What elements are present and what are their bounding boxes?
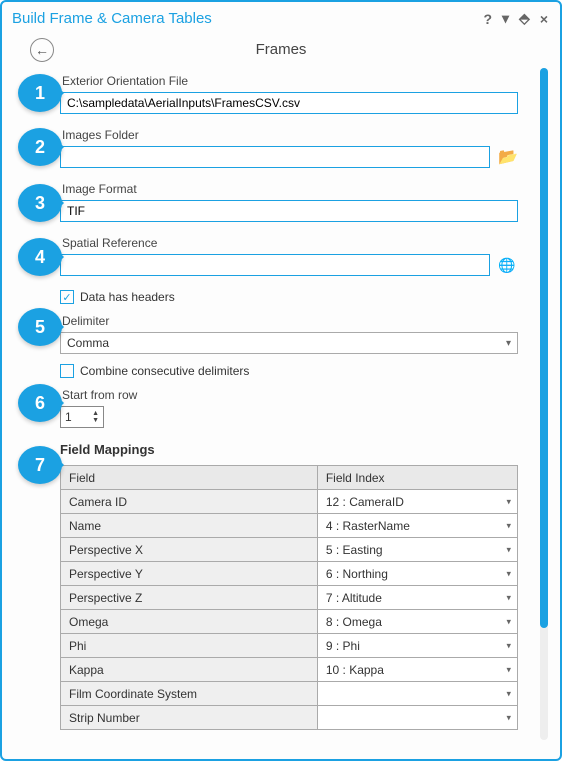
chevron-down-icon: ▾: [506, 544, 511, 555]
help-icon[interactable]: ?: [483, 11, 494, 27]
col-index: Field Index: [317, 466, 517, 490]
content-area: Exterior Orientation File Images Folder …: [12, 68, 550, 740]
scrollbar-thumb[interactable]: [540, 68, 548, 628]
chevron-down-icon: ▾: [506, 338, 511, 349]
table-row: Kappa 10 : Kappa▾: [61, 658, 518, 682]
callout-4: 4: [18, 238, 62, 276]
table-row: Name 4 : RasterName▾: [61, 514, 518, 538]
delimiter-label: Delimiter: [62, 314, 536, 328]
callout-5: 5: [18, 308, 62, 346]
delimiter-value: Comma: [67, 336, 109, 350]
panel: Build Frame & Camera Tables ? ▾ ⬘ × ← Fr…: [0, 0, 562, 761]
callout-7: 7: [18, 446, 62, 484]
row-field: Omega: [61, 610, 318, 634]
chevron-down-icon: ▾: [506, 664, 511, 675]
callout-2: 2: [18, 128, 62, 166]
table-row: Omega 8 : Omega▾: [61, 610, 518, 634]
spatial-ref-label: Spatial Reference: [62, 236, 536, 250]
data-has-headers-label: Data has headers: [80, 290, 175, 304]
table-row: Film Coordinate System ▾: [61, 682, 518, 706]
table-row: Perspective Y 6 : Northing▾: [61, 562, 518, 586]
window-title: Build Frame & Camera Tables: [12, 10, 212, 27]
delimiter-select[interactable]: Comma ▾: [60, 332, 518, 354]
row-index-select[interactable]: 5 : Easting▾: [317, 538, 517, 562]
chevron-down-icon: ▾: [506, 568, 511, 579]
row-field: Phi: [61, 634, 318, 658]
row-field: Perspective Z: [61, 586, 318, 610]
start-row-label: Start from row: [62, 388, 536, 402]
row-field: Name: [61, 514, 318, 538]
chevron-down-icon: ▾: [506, 688, 511, 699]
image-format-input[interactable]: [60, 200, 518, 222]
row-index-select[interactable]: 10 : Kappa▾: [317, 658, 517, 682]
scrollbar[interactable]: [540, 68, 548, 740]
field-mappings-title: Field Mappings: [60, 442, 536, 457]
spatial-ref-input[interactable]: [60, 254, 490, 276]
combine-delimiters-label: Combine consecutive delimiters: [80, 364, 249, 378]
row-index-select[interactable]: 8 : Omega▾: [317, 610, 517, 634]
row-index-select[interactable]: 6 : Northing▾: [317, 562, 517, 586]
data-has-headers-checkbox[interactable]: ✓: [60, 290, 74, 304]
chevron-down-icon: ▾: [506, 640, 511, 651]
page-heading: Frames: [256, 41, 307, 58]
combine-delimiters-checkbox[interactable]: [60, 364, 74, 378]
exterior-input[interactable]: [60, 92, 518, 114]
callout-6: 6: [18, 384, 62, 422]
row-field: Kappa: [61, 658, 318, 682]
row-index-select[interactable]: 12 : CameraID▾: [317, 490, 517, 514]
image-format-label: Image Format: [62, 182, 536, 196]
field-mappings-table: Field Field Index Camera ID 12 : CameraI…: [60, 465, 518, 730]
row-index-select[interactable]: 7 : Altitude▾: [317, 586, 517, 610]
images-folder-input[interactable]: [60, 146, 490, 168]
titlebar-icons: ? ▾ ⬘ ×: [483, 10, 550, 27]
table-row: Camera ID 12 : CameraID▾: [61, 490, 518, 514]
pin-icon[interactable]: ⬘: [519, 10, 532, 27]
titlebar: Build Frame & Camera Tables ? ▾ ⬘ ×: [12, 8, 550, 33]
table-row: Strip Number ▾: [61, 706, 518, 730]
row-field: Strip Number: [61, 706, 318, 730]
chevron-down-icon: ▾: [506, 496, 511, 507]
row-index-select[interactable]: ▾: [317, 706, 517, 730]
table-row: Perspective X 5 : Easting▾: [61, 538, 518, 562]
close-icon[interactable]: ×: [540, 11, 550, 27]
row-index-select[interactable]: ▾: [317, 682, 517, 706]
col-field: Field: [61, 466, 318, 490]
table-row: Phi 9 : Phi▾: [61, 634, 518, 658]
chevron-down-icon: ▾: [506, 592, 511, 603]
back-button[interactable]: ←: [30, 38, 54, 62]
row-field: Perspective Y: [61, 562, 318, 586]
row-field: Film Coordinate System: [61, 682, 318, 706]
table-row: Perspective Z 7 : Altitude▾: [61, 586, 518, 610]
spinner-up-icon[interactable]: ▲: [92, 410, 99, 417]
chevron-down-icon: ▾: [506, 616, 511, 627]
row-field: Camera ID: [61, 490, 318, 514]
header-row: ← Frames: [12, 41, 550, 58]
row-index-select[interactable]: 4 : RasterName▾: [317, 514, 517, 538]
chevron-down-icon: ▾: [506, 712, 511, 723]
callout-3: 3: [18, 184, 62, 222]
chevron-down-icon: ▾: [506, 520, 511, 531]
dropdown-icon[interactable]: ▾: [502, 10, 511, 27]
images-folder-label: Images Folder: [62, 128, 536, 142]
row-index-select[interactable]: 9 : Phi▾: [317, 634, 517, 658]
callout-1: 1: [18, 74, 62, 112]
globe-icon[interactable]: 🌐: [498, 257, 515, 274]
folder-browse-icon[interactable]: 📂: [498, 147, 518, 167]
row-field: Perspective X: [61, 538, 318, 562]
exterior-label: Exterior Orientation File: [62, 74, 536, 88]
spinner-down-icon[interactable]: ▼: [92, 417, 99, 424]
